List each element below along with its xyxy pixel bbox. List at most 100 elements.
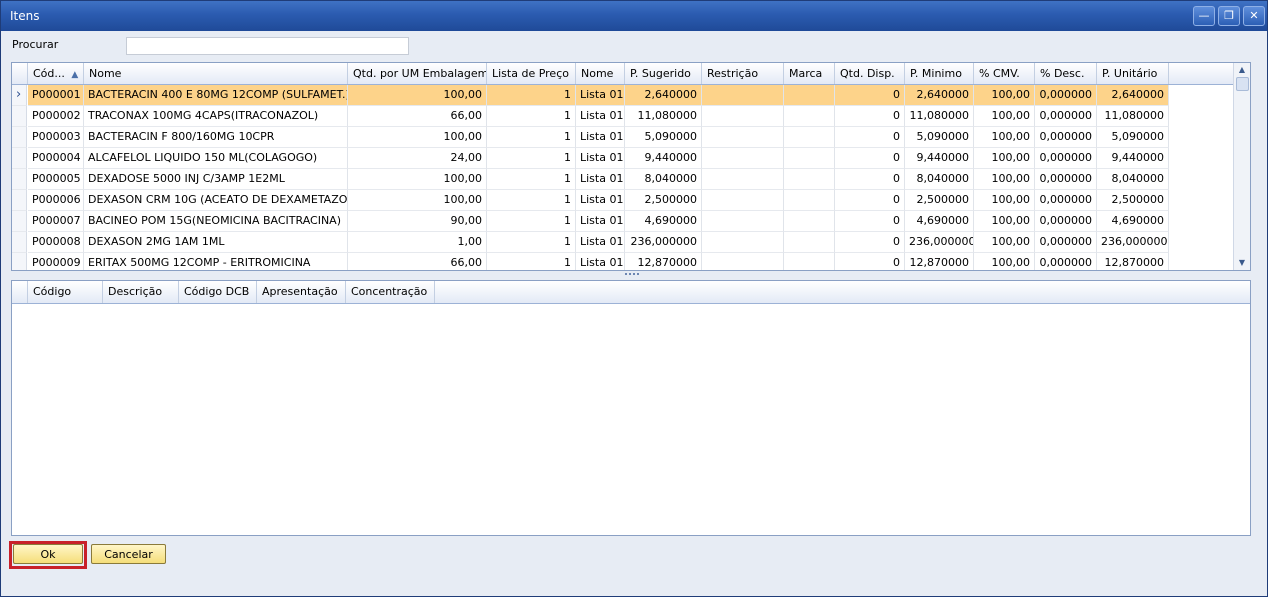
cell-min-price[interactable]: 12,870000 (905, 253, 974, 270)
cell-unit-price[interactable]: 9,440000 (1097, 148, 1169, 169)
cell-discount-percent[interactable]: 0,000000 (1035, 85, 1097, 106)
items-grid-scrollbar[interactable]: ▲ ▼ (1233, 63, 1250, 270)
cell-name[interactable]: DEXASON 2MG 1AM 1ML (84, 232, 348, 253)
cell-code[interactable]: P000005 (28, 169, 84, 190)
table-row[interactable]: P000002 TRACONAX 100MG 4CAPS(ITRACONAZOL)… (12, 106, 1169, 127)
cell-code[interactable]: P000001 (28, 85, 84, 106)
cell-unit-price[interactable]: 4,690000 (1097, 211, 1169, 232)
cell-brand[interactable] (784, 85, 835, 106)
cell-price-list[interactable]: 1 (487, 211, 576, 232)
cell-restriction[interactable] (702, 211, 784, 232)
cell-list-name[interactable]: Lista 01 (576, 253, 625, 270)
column-header-qty-available[interactable]: Qtd. Disp. (835, 63, 905, 84)
column-header-qty-per-package[interactable]: Qtd. por UM Embalagem (348, 63, 487, 84)
cell-restriction[interactable] (702, 85, 784, 106)
cell-list-name[interactable]: Lista 01 (576, 127, 625, 148)
cell-name[interactable]: BACTERACIN 400 E 80MG 12COMP (SULFAMET.) (84, 85, 348, 106)
cell-suggested-price[interactable]: 9,440000 (625, 148, 702, 169)
cell-unit-price[interactable]: 8,040000 (1097, 169, 1169, 190)
cell-brand[interactable] (784, 211, 835, 232)
cell-restriction[interactable] (702, 169, 784, 190)
scroll-thumb[interactable] (1236, 77, 1249, 91)
cell-unit-price[interactable]: 12,870000 (1097, 253, 1169, 270)
cell-qty-per-package[interactable]: 66,00 (348, 253, 487, 270)
cell-discount-percent[interactable]: 0,000000 (1035, 148, 1097, 169)
title-bar[interactable]: Itens — ❐ ✕ (1, 1, 1267, 31)
cell-unit-price[interactable]: 2,500000 (1097, 190, 1169, 211)
cell-price-list[interactable]: 1 (487, 148, 576, 169)
cell-price-list[interactable]: 1 (487, 169, 576, 190)
cell-name[interactable]: BACTERACIN F 800/160MG 10CPR (84, 127, 348, 148)
column-header-code[interactable]: Cód... ▲ (28, 63, 84, 84)
table-row[interactable]: P000003 BACTERACIN F 800/160MG 10CPR 100,0… (12, 127, 1169, 148)
cell-restriction[interactable] (702, 190, 784, 211)
cell-qty-per-package[interactable]: 100,00 (348, 127, 487, 148)
cell-restriction[interactable] (702, 253, 784, 270)
table-row[interactable]: P000008 DEXASON 2MG 1AM 1ML 1,00 1 Lista 01 2… (12, 232, 1169, 253)
cell-unit-price[interactable]: 2,640000 (1097, 85, 1169, 106)
cell-code[interactable]: P000008 (28, 232, 84, 253)
cell-code[interactable]: P000003 (28, 127, 84, 148)
cell-brand[interactable] (784, 190, 835, 211)
cell-min-price[interactable]: 2,640000 (905, 85, 974, 106)
cell-unit-price[interactable]: 11,080000 (1097, 106, 1169, 127)
cell-unit-price[interactable]: 236,000000 (1097, 232, 1169, 253)
cell-brand[interactable] (784, 169, 835, 190)
column-header-min-price[interactable]: P. Minimo (905, 63, 974, 84)
cell-restriction[interactable] (702, 148, 784, 169)
cell-name[interactable]: ERITAX 500MG 12COMP - ERITROMICINA (84, 253, 348, 270)
cell-cmv-percent[interactable]: 100,00 (974, 169, 1035, 190)
cell-brand[interactable] (784, 253, 835, 270)
cell-suggested-price[interactable]: 2,500000 (625, 190, 702, 211)
table-row[interactable]: P000004 ALCAFELOL LIQUIDO 150 ML(COLAGOGO… (12, 148, 1169, 169)
cell-code[interactable]: P000002 (28, 106, 84, 127)
table-row[interactable]: P000007 BACINEO POM 15G(NEOMICINA BACITRA… (12, 211, 1169, 232)
cell-name[interactable]: BACINEO POM 15G(NEOMICINA BACITRACINA) (84, 211, 348, 232)
column-header-price-list[interactable]: Lista de Preço (487, 63, 576, 84)
cell-list-name[interactable]: Lista 01 (576, 85, 625, 106)
cell-qty-per-package[interactable]: 1,00 (348, 232, 487, 253)
search-input[interactable] (126, 37, 409, 55)
cell-qty-available[interactable]: 0 (835, 169, 905, 190)
cell-price-list[interactable]: 1 (487, 106, 576, 127)
cell-qty-per-package[interactable]: 100,00 (348, 85, 487, 106)
column-header-presentation[interactable]: Apresentação (257, 281, 346, 303)
cell-suggested-price[interactable]: 11,080000 (625, 106, 702, 127)
cell-min-price[interactable]: 8,040000 (905, 169, 974, 190)
cell-list-name[interactable]: Lista 01 (576, 106, 625, 127)
cell-brand[interactable] (784, 148, 835, 169)
column-header-discount-percent[interactable]: % Desc. (1035, 63, 1097, 84)
cell-discount-percent[interactable]: 0,000000 (1035, 232, 1097, 253)
cell-min-price[interactable]: 236,000000 (905, 232, 974, 253)
cell-price-list[interactable]: 1 (487, 190, 576, 211)
cell-cmv-percent[interactable]: 100,00 (974, 148, 1035, 169)
cell-qty-available[interactable]: 0 (835, 106, 905, 127)
cell-code[interactable]: P000009 (28, 253, 84, 270)
column-header-suggested-price[interactable]: P. Sugerido (625, 63, 702, 84)
cell-min-price[interactable]: 2,500000 (905, 190, 974, 211)
table-row[interactable]: P000009 ERITAX 500MG 12COMP - ERITROMICIN… (12, 253, 1169, 270)
cell-cmv-percent[interactable]: 100,00 (974, 127, 1035, 148)
cell-qty-available[interactable]: 0 (835, 211, 905, 232)
cell-list-name[interactable]: Lista 01 (576, 169, 625, 190)
table-row[interactable]: P000001 BACTERACIN 400 E 80MG 12COMP (SUL… (12, 85, 1169, 106)
cell-brand[interactable] (784, 106, 835, 127)
restore-icon[interactable]: ❐ (1218, 6, 1240, 26)
cell-cmv-percent[interactable]: 100,00 (974, 190, 1035, 211)
cell-cmv-percent[interactable]: 100,00 (974, 232, 1035, 253)
cell-code[interactable]: P000007 (28, 211, 84, 232)
grid-splitter[interactable] (11, 270, 1251, 280)
column-header-name[interactable]: Nome (84, 63, 348, 84)
cell-qty-available[interactable]: 0 (835, 148, 905, 169)
cell-list-name[interactable]: Lista 01 (576, 148, 625, 169)
table-row[interactable]: P000005 DEXADOSE 5000 INJ C/3AMP 1E2ML 100… (12, 169, 1169, 190)
cell-price-list[interactable]: 1 (487, 253, 576, 270)
cell-qty-per-package[interactable]: 100,00 (348, 169, 487, 190)
cell-cmv-percent[interactable]: 100,00 (974, 106, 1035, 127)
cell-price-list[interactable]: 1 (487, 232, 576, 253)
cell-brand[interactable] (784, 127, 835, 148)
column-header-brand[interactable]: Marca (784, 63, 835, 84)
cell-restriction[interactable] (702, 232, 784, 253)
cell-qty-available[interactable]: 0 (835, 253, 905, 270)
cell-qty-available[interactable]: 0 (835, 127, 905, 148)
